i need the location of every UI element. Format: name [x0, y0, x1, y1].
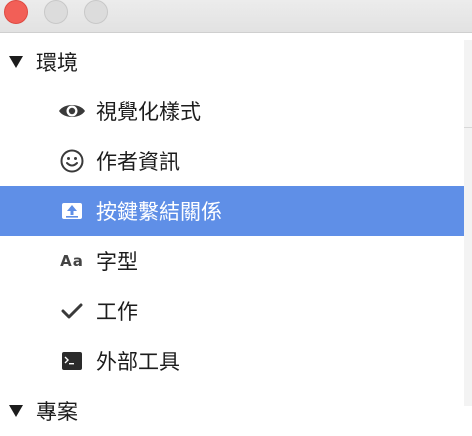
- group-label: 環境: [36, 51, 78, 75]
- sidebar-item-external-tools[interactable]: 外部工具: [0, 336, 464, 386]
- sidebar-item-label: 作者資訊: [96, 150, 180, 174]
- checkmark-icon: [58, 297, 86, 325]
- font-aa-icon: Aa: [60, 252, 84, 270]
- group-header-environment[interactable]: 環境: [0, 37, 464, 87]
- terminal-icon: [58, 347, 86, 375]
- sidebar-item-author-info[interactable]: 作者資訊: [0, 136, 464, 186]
- minimize-window-button[interactable]: [44, 0, 68, 24]
- group-label: 專案: [36, 400, 78, 424]
- sidebar-item-key-bindings[interactable]: 按鍵繫結關係: [0, 186, 464, 236]
- sidebar-item-label: 工作: [96, 300, 138, 324]
- window-titlebar: [0, 0, 472, 33]
- smiley-icon: [58, 147, 86, 175]
- sidebar-item-label: 外部工具: [96, 350, 180, 374]
- zoom-window-button[interactable]: [84, 0, 108, 24]
- sidebar-item-fonts[interactable]: Aa 字型: [0, 236, 464, 286]
- disclosure-triangle-down-icon[interactable]: [8, 55, 24, 69]
- sidebar-item-label: 按鍵繫結關係: [96, 200, 222, 224]
- close-window-button[interactable]: [4, 0, 28, 24]
- sidebar-item-visual-style[interactable]: 視覺化樣式: [0, 86, 464, 136]
- disclosure-triangle-down-icon[interactable]: [8, 404, 24, 418]
- content-pane-divider: [464, 127, 472, 128]
- upload-tray-icon: [58, 197, 86, 225]
- eye-icon: [58, 97, 86, 125]
- sidebar-item-label: 視覺化樣式: [96, 100, 201, 124]
- group-header-project[interactable]: 專案: [0, 386, 464, 436]
- sidebar-item-label: 字型: [96, 250, 138, 274]
- sidebar-item-tasks[interactable]: 工作: [0, 286, 464, 336]
- content-pane-edge: [464, 40, 472, 406]
